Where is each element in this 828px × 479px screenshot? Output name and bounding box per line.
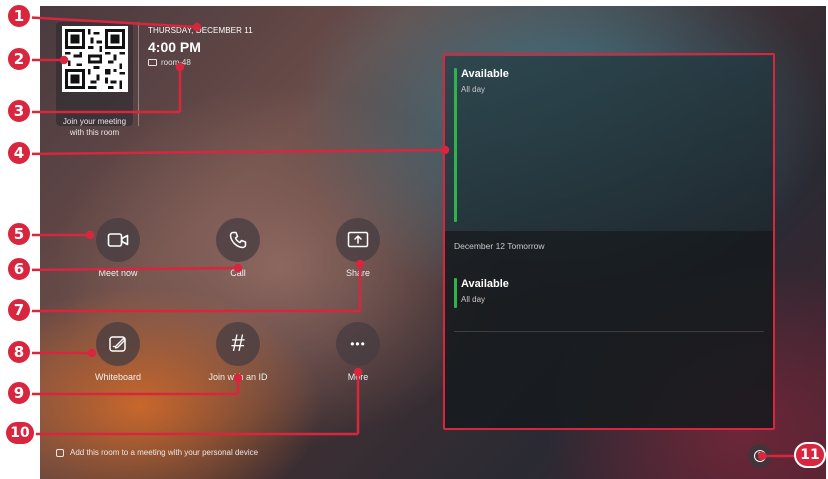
video-camera-icon [96, 218, 140, 262]
callout-7: 7 [6, 297, 32, 323]
callout-5: 5 [6, 221, 32, 247]
callout-4: 4 [6, 140, 32, 166]
callout-10: 10 [4, 420, 36, 446]
help-button[interactable]: ? [748, 444, 772, 468]
personal-device-hint: Add this room to a meeting with your per… [56, 448, 258, 457]
hint-text: Add this room to a meeting with your per… [70, 448, 259, 457]
room-name: room-48 [161, 58, 191, 67]
callout-6: 6 [6, 256, 32, 282]
qr-code [62, 26, 128, 92]
meet-now-label: Meet now [98, 268, 138, 278]
call-button[interactable]: Call [198, 218, 278, 278]
callout-9: 9 [6, 380, 32, 406]
whiteboard-label: Whiteboard [94, 372, 142, 382]
hash-glyph: # [231, 330, 245, 357]
more-button[interactable]: ••• More [318, 322, 398, 382]
share-screen-icon [336, 218, 380, 262]
phone-icon [216, 218, 260, 262]
date-label: THURSDAY, DECEMBER 11 [148, 26, 253, 35]
share-button[interactable]: Share [318, 218, 398, 278]
callout-3: 3 [6, 98, 32, 124]
join-with-id-button[interactable]: # Join with an ID [198, 322, 278, 382]
more-glyph: ••• [350, 337, 366, 351]
divider [138, 22, 139, 126]
call-label: Call [230, 268, 246, 278]
join-with-id-label: Join with an ID [208, 372, 268, 382]
whiteboard-icon [96, 322, 140, 366]
help-icon: ? [754, 450, 766, 462]
more-icon: ••• [336, 322, 380, 366]
callout-11: 11 [794, 442, 826, 468]
cast-icon [56, 448, 64, 457]
share-label: Share [345, 268, 371, 278]
callout-2: 2 [6, 46, 32, 72]
hash-icon: # [216, 322, 260, 366]
whiteboard-button[interactable]: Whiteboard [78, 322, 158, 382]
callout-1: 1 [6, 3, 32, 29]
room-name-row: room-48 [148, 58, 191, 67]
qr-card[interactable]: Join your meeting with this room [56, 22, 133, 137]
room-display-icon [148, 59, 157, 66]
agenda-highlight-box [443, 53, 775, 430]
time-label: 4:00 PM [148, 39, 201, 55]
callout-8: 8 [6, 339, 32, 365]
meet-now-button[interactable]: Meet now [78, 218, 158, 278]
qr-caption: Join your meeting with this room [62, 117, 127, 137]
more-label: More [347, 372, 369, 382]
